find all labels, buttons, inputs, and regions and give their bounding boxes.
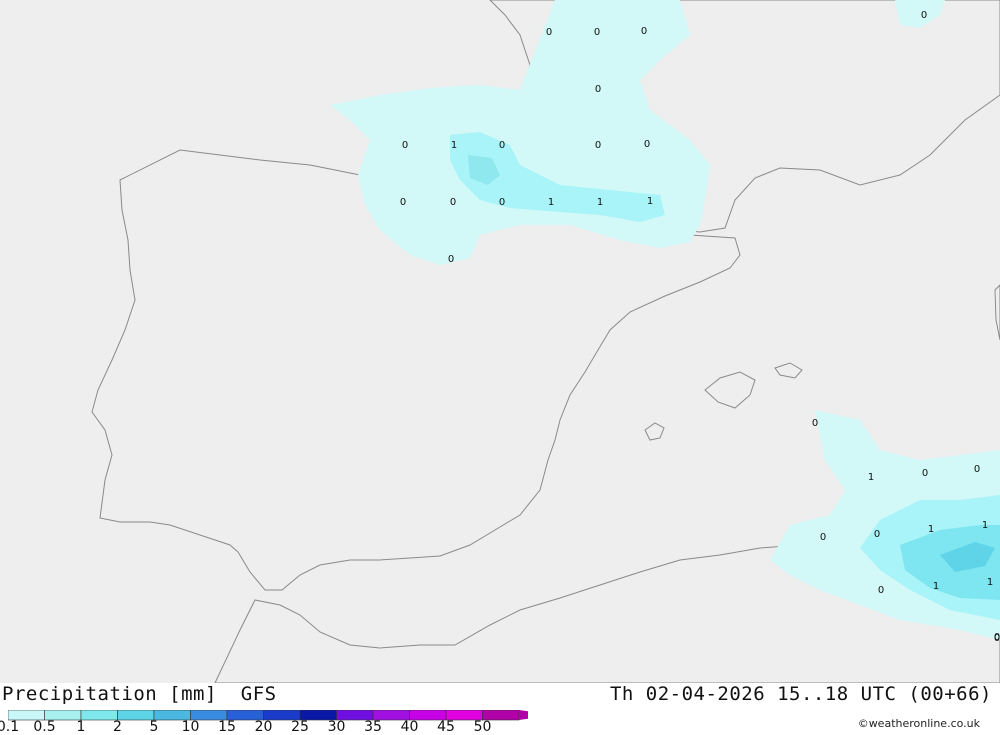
map-value: 0 (922, 468, 928, 479)
map-value: 1 (933, 581, 939, 592)
map-title: Precipitation [mm] GFS (2, 683, 277, 705)
map-value: 1 (982, 520, 988, 531)
map-value: 0 (450, 197, 456, 208)
map-value: 0 (594, 27, 600, 38)
map-value: 0 (595, 84, 601, 95)
map-value: 0 (400, 197, 406, 208)
map-value: 1 (451, 140, 457, 151)
map-value: 1 (597, 197, 603, 208)
map-value: 0 (499, 197, 505, 208)
map-value: 0 (974, 464, 980, 475)
credit-link[interactable]: ©weatheronline.co.uk (858, 717, 980, 730)
map-value: 0 (641, 26, 647, 37)
map-value: 0 (448, 254, 454, 265)
map-value: 0 (595, 140, 601, 151)
map-value: 0 (878, 585, 884, 596)
map-value: 1 (548, 197, 554, 208)
map-value: 0 (546, 27, 552, 38)
map-value: 1 (987, 577, 993, 588)
map-value: 1 (928, 524, 934, 535)
legend-swatch (117, 709, 155, 721)
map-value: 1 (868, 472, 874, 483)
precipitation-map: 0 0 0 0 0 0 1 0 0 0 0 0 0 1 1 1 0 0 0 1 … (0, 0, 1000, 684)
map-value: 0 (499, 140, 505, 151)
precipitation-legend: 0.1 0.5 1 2 5 10 15 20 25 30 35 40 45 50 (0, 707, 555, 735)
map-canvas: 0 0 0 0 0 0 1 0 0 0 0 0 0 1 1 1 0 0 0 1 … (0, 0, 1000, 684)
map-value: 0 (644, 139, 650, 150)
map-value: 0 (921, 10, 927, 21)
map-value: 0 (994, 633, 1000, 644)
legend-swatch (80, 709, 118, 721)
map-value: 0 (874, 529, 880, 540)
map-value: 0 (812, 418, 818, 429)
legend-arrow-tip (519, 710, 555, 720)
forecast-datetime: Th 02-04-2026 15..18 UTC (00+66) (609, 683, 992, 705)
map-value: 0 (820, 532, 826, 543)
map-footer: Precipitation [mm] GFS Th 02-04-2026 15.… (0, 683, 1000, 735)
map-value: 0 (402, 140, 408, 151)
map-value: 1 (647, 196, 653, 207)
